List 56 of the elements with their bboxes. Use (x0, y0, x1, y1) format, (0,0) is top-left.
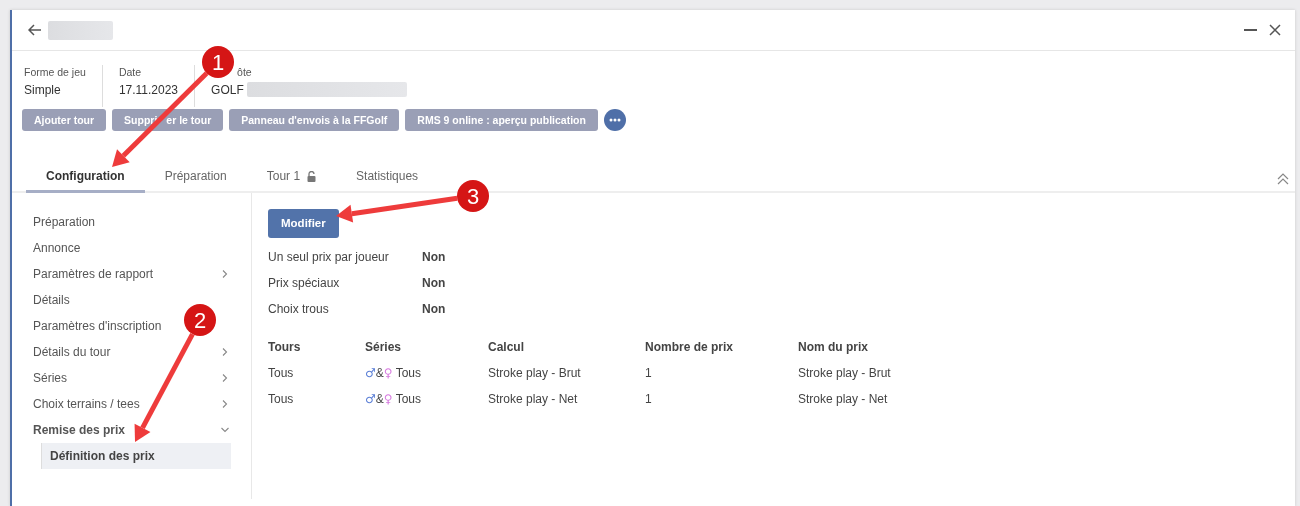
chevron-icon (221, 426, 229, 434)
column-header: Tours (268, 339, 302, 357)
sidebar-item[interactable]: Annonce (33, 235, 83, 261)
table-cell-text: Stroke play - Net (488, 391, 579, 409)
sidebar-item[interactable]: Paramètres de rapport (33, 261, 231, 287)
field-label: Forme de jeu (24, 65, 86, 80)
setting-value: Non (422, 301, 446, 319)
lock-icon (307, 170, 317, 182)
tab[interactable]: Tour 1 (246, 161, 337, 193)
tab[interactable]: Statistiques (336, 161, 439, 193)
sidebar-item[interactable]: Séries (33, 365, 231, 391)
sidebar-item[interactable]: Remise des prix (33, 417, 231, 443)
field-label: Date (118, 65, 142, 80)
table-cell-text: Stroke play - Brut (488, 365, 582, 383)
callout-badge: 1 (202, 46, 234, 78)
collapse-icon[interactable] (1277, 173, 1289, 185)
setting-value: Non (422, 249, 446, 267)
field-value: GOLF (211, 81, 244, 99)
chevron-icon (221, 374, 229, 382)
more-button[interactable] (603, 109, 626, 131)
field-value: Simple (24, 81, 61, 99)
sidebar-item[interactable]: Définition des prix (42, 443, 231, 469)
table-cell-text: Tous (268, 391, 295, 409)
field-value: 17.11.2023 (118, 81, 179, 99)
sidebar-item[interactable]: Détails (33, 287, 72, 313)
setting-label: Choix trous (268, 301, 330, 319)
table-cell: ♂&♀ Tous (365, 366, 422, 381)
close-icon[interactable] (1269, 24, 1281, 36)
sidebar-item[interactable]: Préparation (33, 209, 98, 235)
column-header: Calcul (488, 339, 525, 357)
setting-label: Un seul prix par joueur (268, 249, 390, 267)
sidebar-item[interactable]: Paramètres d'inscription (33, 313, 164, 339)
setting-value: Non (422, 275, 446, 293)
table-cell-text: 1 (645, 391, 653, 409)
table-cell-text: Stroke play - Brut (798, 365, 892, 383)
edit-button[interactable]: Modifier (268, 209, 339, 239)
column-header: Séries (365, 339, 403, 357)
back-icon[interactable] (28, 24, 42, 36)
table-cell-text: Tous (268, 365, 295, 383)
blurred-title (48, 20, 113, 40)
table-cell: ♂&♀ Tous (365, 392, 422, 407)
sidebar-item[interactable]: Détails du tour (33, 339, 231, 365)
callout-badge: 2 (184, 304, 216, 336)
column-header: Nom du prix (798, 339, 869, 357)
setting-label: Prix spéciaux (268, 275, 341, 293)
column-header: Nombre de prix (645, 339, 735, 357)
field-label: ôte (237, 65, 252, 80)
tab[interactable]: Préparation (144, 161, 247, 193)
chevron-icon (221, 400, 229, 408)
chevron-icon (221, 348, 229, 356)
more-icon (608, 118, 621, 122)
callout-badge: 3 (457, 180, 489, 212)
chevron-icon (221, 270, 229, 278)
table-cell-text: 1 (645, 365, 653, 383)
sidebar-item[interactable]: Choix terrains / tees (33, 391, 231, 417)
table-cell-text: Stroke play - Net (798, 391, 889, 409)
